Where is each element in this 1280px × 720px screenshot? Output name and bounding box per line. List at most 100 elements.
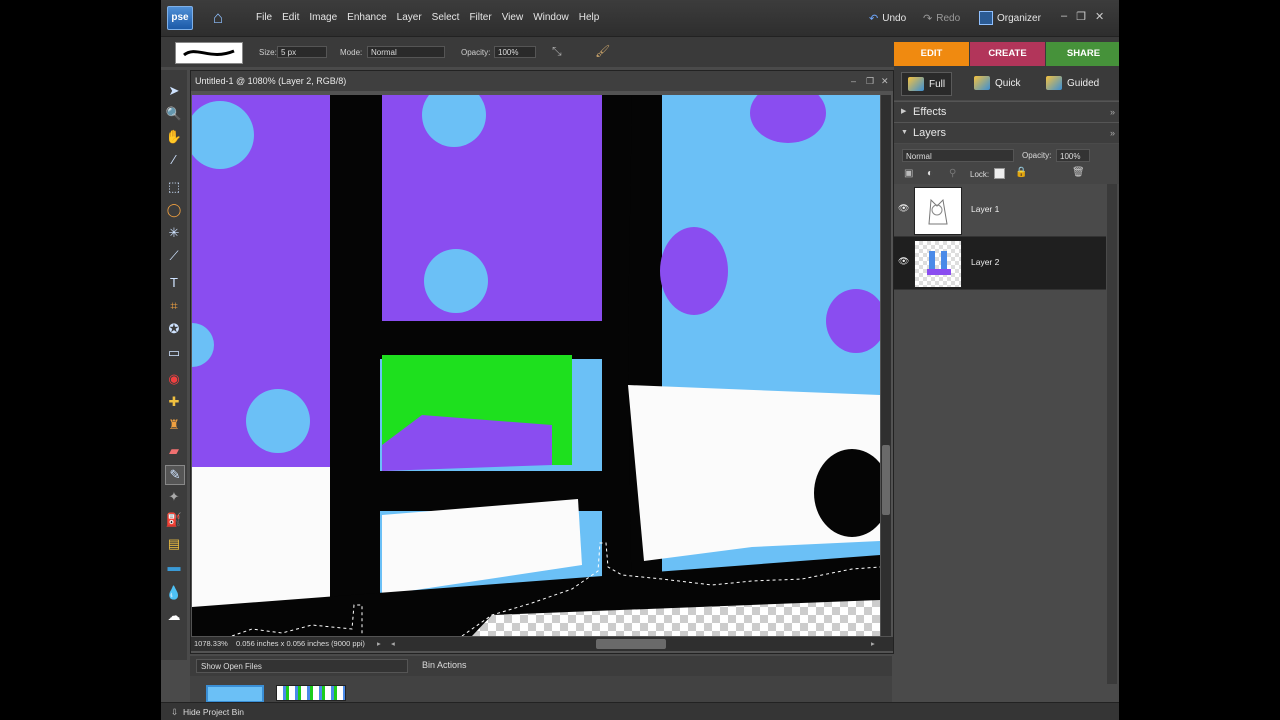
right-panel: Full Quick Guided ▶ Effects » ▼ Layers »… — [894, 66, 1119, 720]
paint-bucket-tool-icon[interactable]: ⛽ — [165, 511, 183, 529]
layers-scrollbar[interactable] — [1107, 184, 1117, 684]
undo-icon: ↶ — [869, 13, 879, 25]
collapse-bin-icon[interactable]: ⇩ — [171, 703, 178, 720]
layers-panel-header[interactable]: ▼ Layers » — [894, 122, 1119, 143]
canvas-vertical-scroll-thumb[interactable] — [882, 445, 890, 515]
redo-label: Redo — [936, 13, 961, 24]
organizer-button[interactable]: Organizer — [979, 11, 1041, 25]
tab-edit[interactable]: EDIT — [894, 42, 969, 66]
smart-brush-tool-icon[interactable]: ✦ — [165, 488, 183, 506]
bin-actions-menu[interactable]: Bin Actions — [422, 660, 467, 670]
tab-create[interactable]: CREATE — [970, 42, 1045, 66]
mode-quick-label: Quick — [995, 77, 1021, 89]
canvas-vertical-scrollbar[interactable] — [881, 95, 891, 636]
effects-panel-header[interactable]: ▶ Effects » — [894, 101, 1119, 122]
open-file-thumbnail[interactable] — [276, 685, 346, 701]
organizer-icon — [979, 11, 993, 25]
red-eye-tool-icon[interactable]: ◉ — [165, 370, 183, 388]
blur-tool-icon[interactable]: 💧 — [165, 584, 183, 602]
lock-transparency-icon[interactable] — [994, 168, 1005, 179]
home-icon[interactable]: ⌂ — [207, 8, 229, 28]
lasso-tool-icon[interactable]: ◯ — [165, 201, 183, 219]
minimize-icon[interactable]: – — [1061, 10, 1067, 23]
adjustment-layer-icon[interactable]: ◐ — [927, 168, 933, 179]
menu-help[interactable]: Help — [579, 12, 600, 23]
brush-settings-icon[interactable]: 🖌 — [595, 44, 610, 58]
doc-minimize-icon[interactable]: – — [851, 71, 856, 91]
open-file-thumbnail-selected[interactable] — [206, 685, 264, 703]
image-canvas[interactable] — [192, 95, 880, 636]
undo-button[interactable]: ↶ Undo — [869, 12, 906, 25]
visibility-eye-icon[interactable]: 👁 — [898, 203, 909, 214]
zoom-level[interactable]: 1078.33% — [194, 637, 228, 651]
show-open-files-select[interactable]: Show Open Files — [196, 659, 408, 673]
move-tool-icon[interactable]: ➤ — [165, 82, 183, 100]
menu-bar: pse ⌂ File Edit Image Enhance Layer Sele… — [161, 0, 1119, 36]
project-bin — [190, 676, 892, 703]
menu-file[interactable]: File — [256, 12, 272, 23]
menu-image[interactable]: Image — [309, 12, 337, 23]
sponge-tool-icon[interactable]: ☁ — [165, 607, 183, 625]
delete-layer-icon[interactable]: 🗑 — [1072, 167, 1085, 178]
brush-preview[interactable] — [175, 42, 243, 64]
clone-stamp-tool-icon[interactable]: ♜ — [165, 416, 183, 434]
menu-enhance[interactable]: Enhance — [347, 12, 386, 23]
straighten-tool-icon[interactable]: ▭ — [165, 344, 183, 362]
brush-tool-icon[interactable]: ✎ — [165, 465, 185, 485]
lock-label: Lock: — [970, 170, 990, 179]
doc-restore-icon[interactable]: ❐ — [866, 71, 874, 91]
gradient-tool-icon[interactable]: ▤ — [165, 535, 183, 553]
zoom-tool-icon[interactable]: 🔍 — [165, 105, 183, 123]
menu-filter[interactable]: Filter — [469, 12, 491, 23]
scroll-right-icon[interactable]: ▸ — [871, 637, 875, 651]
tab-share[interactable]: SHARE — [1046, 42, 1119, 66]
window-controls: – ❐ ✕ — [1061, 10, 1104, 23]
type-tool-icon[interactable]: T — [165, 274, 183, 292]
size-field[interactable]: 5 px — [277, 46, 327, 58]
eyedropper-tool-icon[interactable]: ⁄ — [165, 151, 183, 169]
opacity-field[interactable]: 100% — [494, 46, 536, 58]
status-arrow-icon[interactable]: ▸ — [377, 637, 381, 651]
mode-quick[interactable]: Quick — [968, 72, 1027, 94]
lock-icon[interactable]: 🔒 — [1015, 167, 1027, 178]
panel-menu-icon[interactable]: » — [1110, 123, 1115, 143]
visibility-eye-icon[interactable]: 👁 — [898, 256, 909, 267]
doc-close-icon[interactable]: ✕ — [881, 71, 889, 91]
layer-row[interactable]: 👁 Layer 1 — [894, 184, 1106, 237]
menu-window[interactable]: Window — [533, 12, 569, 23]
scroll-left-icon[interactable]: ◂ — [391, 637, 395, 651]
mode-select[interactable]: Normal — [367, 46, 445, 58]
restore-icon[interactable]: ❐ — [1076, 10, 1086, 23]
eraser-tool-icon[interactable]: ▰ — [165, 442, 183, 460]
new-layer-icon[interactable]: ▣ — [904, 168, 913, 179]
link-icon[interactable]: ⚲ — [949, 168, 956, 179]
healing-brush-tool-icon[interactable]: ✚ — [165, 393, 183, 411]
layer-opacity-field[interactable]: 100% — [1056, 149, 1090, 162]
edit-mode-bar: Full Quick Guided — [894, 66, 1119, 100]
redo-button[interactable]: ↷ Redo — [923, 12, 960, 25]
mode-full[interactable]: Full — [901, 72, 953, 96]
full-edit-icon — [908, 77, 924, 91]
hand-tool-icon[interactable]: ✋ — [165, 128, 183, 146]
close-icon[interactable]: ✕ — [1095, 10, 1104, 23]
crop-tool-icon[interactable]: ⌗ — [165, 297, 183, 315]
layer-row-selected[interactable]: 👁 Layer 2 — [894, 237, 1106, 290]
marquee-tool-icon[interactable]: ⬚ — [165, 178, 183, 196]
undo-label: Undo — [882, 13, 907, 24]
menu-select[interactable]: Select — [432, 12, 460, 23]
canvas-horizontal-scroll-thumb[interactable] — [596, 639, 666, 649]
blend-mode-select[interactable]: Normal — [902, 149, 1014, 162]
menu-layer[interactable]: Layer — [397, 12, 422, 23]
mode-guided[interactable]: Guided — [1040, 72, 1105, 94]
hide-project-bin-button[interactable]: Hide Project Bin — [183, 703, 244, 720]
cookie-cutter-tool-icon[interactable]: ✪ — [165, 320, 183, 338]
magic-wand-tool-icon[interactable]: ✳ — [165, 224, 183, 242]
menu-view[interactable]: View — [502, 12, 524, 23]
airbrush-icon[interactable]: ⤡ — [552, 44, 562, 59]
opacity-label: Opacity: — [461, 48, 491, 57]
panel-menu-icon[interactable]: » — [1110, 102, 1115, 122]
quick-selection-tool-icon[interactable]: ⟋ — [165, 247, 183, 265]
menu-edit[interactable]: Edit — [282, 12, 299, 23]
custom-shape-tool-icon[interactable]: ▬ — [165, 558, 183, 576]
guided-edit-icon — [1046, 76, 1062, 90]
